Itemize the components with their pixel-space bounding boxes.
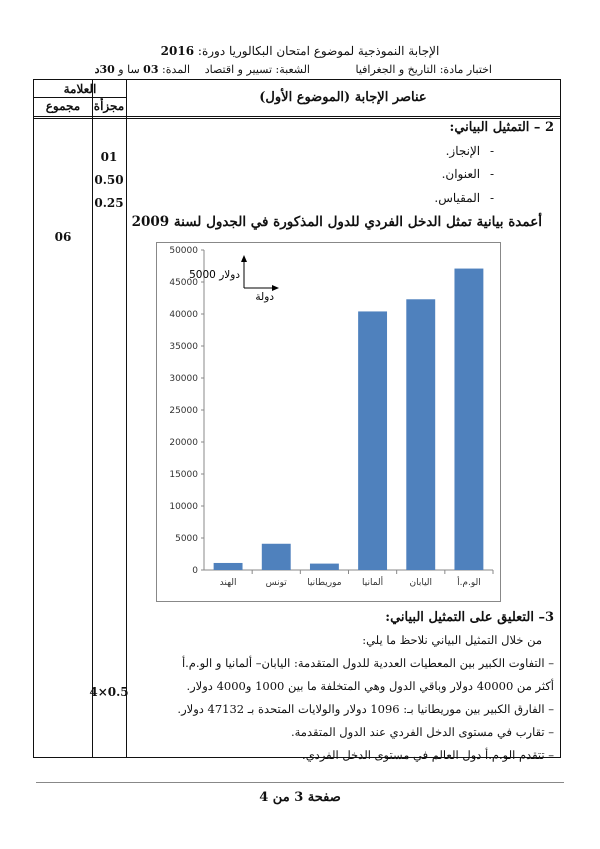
scale-x-label: دولة bbox=[255, 291, 274, 303]
total-header: مجموع bbox=[45, 99, 81, 113]
y-tick-label: 30000 bbox=[169, 374, 198, 384]
bar bbox=[454, 268, 484, 570]
partial-mark-title: 0.50 bbox=[94, 173, 124, 187]
partial-mark-commentary: 4×0.5 bbox=[89, 685, 129, 699]
y-tick-label: 50000 bbox=[169, 246, 198, 256]
y-tick-label: 0 bbox=[192, 566, 198, 576]
commentary-line: – الفارق الكبير بين موريطانيا بـ: 1096 د… bbox=[177, 702, 554, 716]
document-header-info: اختبار مادة: التاريخ و الجغرافيا الشعبة:… bbox=[0, 63, 600, 79]
answer-table: العلامة مجموع مجزأة عناصر الإجابة (الموض… bbox=[33, 79, 561, 762]
y-tick-label: 35000 bbox=[169, 342, 198, 352]
header-year: 2016 bbox=[160, 44, 195, 58]
commentary-line: أكثر من 40000 دولار وباقي الدول وهي المت… bbox=[186, 679, 554, 693]
criteria-item: العنوان. bbox=[442, 167, 494, 181]
partial-mark-achievement: 01 bbox=[100, 150, 118, 164]
chart-frame bbox=[156, 242, 501, 602]
header-subject: اختبار مادة: التاريخ و الجغرافيا bbox=[355, 63, 493, 76]
y-tick-label: 20000 bbox=[169, 438, 198, 448]
total-mark: 06 bbox=[54, 230, 72, 244]
commentary-line: – التفاوت الكبير بين المعطيات العددية لل… bbox=[181, 656, 554, 670]
elements-header: عناصر الإجابة (الموضوع الأول) bbox=[259, 90, 427, 105]
bar bbox=[261, 543, 291, 570]
section3-title: 3– التعليق على التمثيل البياني: bbox=[385, 610, 554, 625]
header-branch: الشعبة: تسيير و اقتصاد bbox=[204, 63, 310, 76]
document-header-title: الإجابة النموذجية لموضوع امتحان البكالور… bbox=[0, 44, 600, 58]
commentary-intro: من خلال التمثيل البياني نلاحظ ما يلي: bbox=[362, 633, 542, 647]
y-tick-label: 25000 bbox=[169, 406, 198, 416]
x-category-label: موريطانيا bbox=[307, 578, 342, 588]
x-category-label: الو.م.أ bbox=[457, 576, 481, 588]
page-number: صفحة 3 من 4 bbox=[259, 790, 341, 805]
bar bbox=[309, 563, 339, 570]
header-title-prefix: الإجابة النموذجية لموضوع امتحان البكالور… bbox=[197, 44, 440, 58]
mark-header-divider bbox=[34, 97, 126, 98]
scale-y-label: 5000 دولار bbox=[189, 269, 240, 281]
y-tick-label: 15000 bbox=[169, 470, 198, 480]
bar bbox=[406, 299, 436, 570]
criteria-item: المقياس. bbox=[434, 191, 494, 205]
income-bar-chart: 0 5000 10000 15000 20000 25000 30000 35000 40000… bbox=[156, 242, 501, 602]
partial-header: مجزأة bbox=[93, 99, 125, 113]
chart-title: أعمدة بيانية تمثل الدخل الفردي للدول الم… bbox=[131, 214, 542, 230]
x-category-label: ألمانيا bbox=[362, 576, 383, 588]
header-bottom-rule bbox=[34, 116, 560, 119]
partial-mark-scale: 0.25 bbox=[94, 196, 124, 210]
criteria-item: الإنجاز. bbox=[446, 144, 494, 158]
commentary-line: – تتقدم الو.م.أ دول العالم في مستوى الدخ… bbox=[302, 748, 554, 762]
bar bbox=[358, 311, 388, 570]
footer-rule bbox=[36, 782, 564, 783]
mark-header: العلامة bbox=[63, 82, 97, 96]
bar bbox=[213, 562, 243, 570]
x-category-label: اليابان bbox=[409, 578, 432, 588]
x-category-label: تونس bbox=[266, 578, 288, 588]
x-category-label: الهند bbox=[220, 578, 237, 588]
y-tick-label: 40000 bbox=[169, 310, 198, 320]
header-duration: المدة: 03 سا و 30د bbox=[94, 63, 190, 76]
y-tick-label: 5000 bbox=[175, 534, 198, 544]
section2-title: 2 – التمثيل البياني: bbox=[449, 120, 554, 135]
commentary-line: – تقارب في مستوى الدخل الفردي عند الدول … bbox=[290, 725, 554, 739]
y-tick-label: 10000 bbox=[169, 502, 198, 512]
